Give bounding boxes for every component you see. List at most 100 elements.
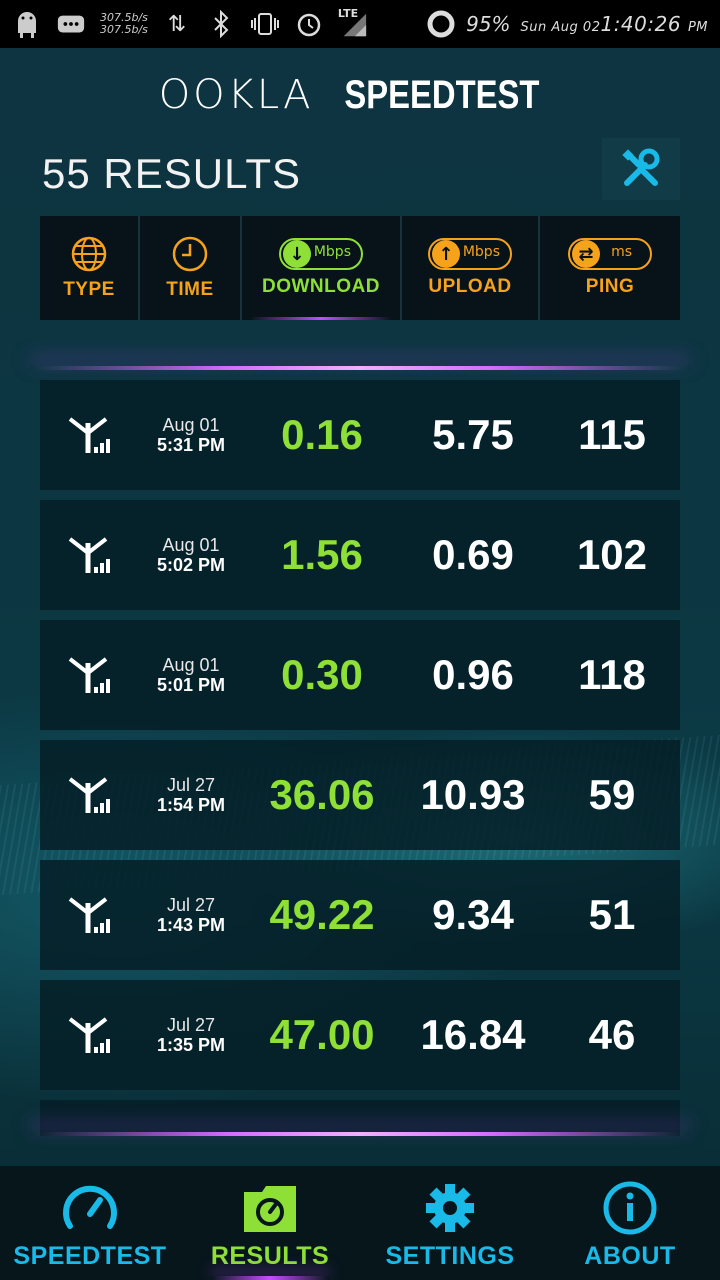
result-download: 36.06: [269, 771, 375, 818]
globe-icon: [71, 236, 107, 272]
col-upload-label: UPLOAD: [428, 276, 512, 297]
sort-download-button[interactable]: ↓ Mbps DOWNLOAD: [242, 216, 402, 320]
result-row[interactable]: Aug 01 5:31 PM 0.16 5.75 115: [40, 380, 680, 490]
result-row[interactable]: Jul 27 1:54 PM 36.06 10.93 59: [40, 740, 680, 850]
lte-signal-icon: LTE: [338, 7, 368, 39]
cell-time: Aug 01 5:01 PM: [140, 655, 242, 695]
vibrate-icon: [250, 9, 280, 39]
col-time-label: TIME: [166, 279, 214, 300]
results-folder-icon: [244, 1186, 296, 1232]
cell-type: [40, 775, 140, 815]
gear-icon: [426, 1184, 474, 1232]
data-transfer-icon: ⇅: [167, 11, 187, 37]
nav-about-label: ABOUT: [584, 1242, 676, 1270]
clock: Sun Aug 021:40:26 PM: [521, 12, 708, 36]
speedometer-icon: [63, 1185, 117, 1229]
result-row-partial[interactable]: [40, 1100, 680, 1136]
upload-arrow-icon: ↑: [432, 240, 460, 268]
result-ping: 102: [576, 531, 648, 578]
brand-ookla: OOKLA: [158, 72, 314, 118]
ookla-speedtest-logo: OOKLA SPEEDTEST: [0, 72, 720, 118]
messages-icon: [56, 9, 86, 39]
cell-type: [40, 535, 140, 575]
upload-unit: Mbps: [462, 244, 500, 260]
nav-speedtest-label: SPEEDTEST: [13, 1242, 167, 1270]
cellular-signal-icon: [68, 897, 110, 933]
cell-type: [40, 895, 140, 935]
result-upload: 10.93: [420, 771, 526, 818]
results-count: 55 RESULTS: [42, 150, 301, 197]
battery-ring-icon: [426, 9, 456, 39]
clock-icon: [172, 236, 208, 272]
result-download: 47.00: [269, 1011, 375, 1058]
clock-date: Sun Aug 02: [520, 20, 601, 35]
result-row[interactable]: Jul 27 1:35 PM 47.00 16.84 46: [40, 980, 680, 1090]
android-icon: [12, 9, 42, 39]
result-upload: 5.75: [432, 411, 514, 458]
cellular-signal-icon: [68, 1017, 110, 1053]
cell-time: Aug 01 5:31 PM: [140, 415, 242, 455]
result-upload: 9.34: [432, 891, 514, 938]
result-row[interactable]: Aug 01 5:02 PM 1.56 0.69 102: [40, 500, 680, 610]
bottom-glow-divider: [30, 1132, 690, 1136]
result-ping: 118: [578, 651, 646, 698]
nav-results-label: RESULTS: [210, 1242, 330, 1270]
nav-speedtest[interactable]: SPEEDTEST: [0, 1166, 180, 1280]
nav-about[interactable]: ABOUT: [540, 1166, 720, 1280]
ping-pill: ⇄ ms: [568, 238, 652, 270]
brand-speedtest: SPEEDTEST: [344, 73, 540, 117]
clock-ampm: PM: [687, 20, 708, 35]
cellular-signal-icon: [68, 777, 110, 813]
result-date: Jul 27: [166, 775, 216, 795]
tools-button[interactable]: [602, 138, 680, 200]
cell-time: Jul 27 1:35 PM: [140, 1015, 242, 1055]
result-ping: 51: [588, 891, 636, 938]
cellular-signal-icon: [68, 417, 110, 453]
alarm-icon: [294, 9, 324, 39]
net-down-text: 307.5b/s: [100, 23, 148, 36]
cell-time: Aug 01 5:02 PM: [140, 535, 242, 575]
result-download: 0.16: [281, 411, 363, 458]
result-upload: 0.69: [432, 531, 514, 578]
download-pill: ↓ Mbps: [279, 238, 363, 270]
upload-pill: ↑ Mbps: [428, 238, 512, 270]
result-date: Aug 01: [162, 535, 220, 555]
result-ping: 59: [588, 771, 636, 818]
ping-unit: ms: [611, 244, 632, 260]
sort-ping-button[interactable]: ⇄ ms PING: [540, 216, 680, 320]
result-time: 1:43 PM: [156, 915, 226, 935]
result-date: Jul 27: [166, 1015, 216, 1035]
battery-percent: 95%: [466, 12, 511, 36]
results-list: Aug 01 5:31 PM 0.16 5.75 115 Aug 01 5:02 P…: [40, 380, 680, 1100]
clock-time: 1:40:26: [600, 12, 682, 36]
cell-time: Jul 27 1:43 PM: [140, 895, 242, 935]
result-time: 1:35 PM: [156, 1035, 226, 1055]
result-date: Jul 27: [166, 895, 216, 915]
nav-settings[interactable]: SETTINGS: [360, 1166, 540, 1280]
result-row[interactable]: Aug 01 5:01 PM 0.30 0.96 118: [40, 620, 680, 730]
result-time: 5:02 PM: [156, 555, 226, 575]
status-bar: 307.5b/s 307.5b/s ⇅ LTE 95% Sun Aug 021:…: [0, 0, 720, 48]
sort-type-button[interactable]: TYPE: [40, 216, 140, 320]
result-time: 5:31 PM: [156, 435, 226, 455]
cell-type: [40, 415, 140, 455]
result-upload: 16.84: [420, 1011, 526, 1058]
sort-time-button[interactable]: TIME: [140, 216, 242, 320]
cell-time: Jul 27 1:54 PM: [140, 775, 242, 815]
result-upload: 0.96: [432, 651, 514, 698]
download-arrow-icon: ↓: [283, 240, 311, 268]
result-date: Aug 01: [162, 655, 220, 675]
result-row[interactable]: Jul 27 1:43 PM 49.22 9.34 51: [40, 860, 680, 970]
nav-results[interactable]: RESULTS: [180, 1166, 360, 1280]
result-download: 1.56: [281, 531, 363, 578]
download-unit: Mbps: [313, 244, 351, 260]
cellular-signal-icon: [68, 657, 110, 693]
info-icon: [603, 1181, 657, 1235]
col-ping-label: PING: [585, 276, 635, 297]
bottom-navigation: SPEEDTEST RESULTS SETTINGS ABOUT: [0, 1166, 720, 1280]
col-download-label: DOWNLOAD: [262, 276, 380, 297]
result-ping: 115: [578, 411, 646, 458]
sort-upload-button[interactable]: ↑ Mbps UPLOAD: [402, 216, 540, 320]
bluetooth-icon: [206, 9, 236, 39]
result-download: 49.22: [269, 891, 375, 938]
